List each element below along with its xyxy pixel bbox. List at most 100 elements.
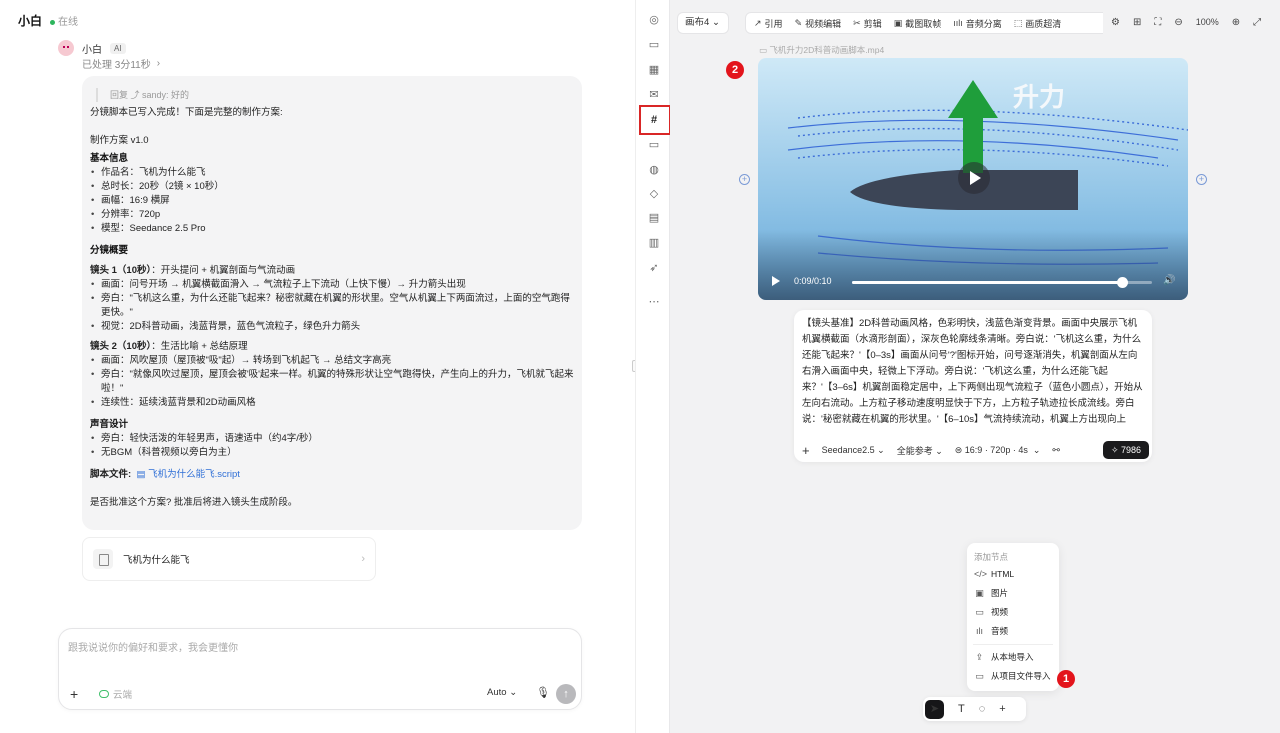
- reference-select[interactable]: 全能参考 ⌄: [897, 444, 943, 457]
- script-file-link[interactable]: 飞机为什么能飞.script: [148, 469, 240, 480]
- script-file-card[interactable]: 飞机为什么能飞 ›: [82, 537, 376, 581]
- model-label: Seedance2.5: [821, 444, 875, 455]
- online-status: 在线: [50, 13, 78, 28]
- script-file-line: 脚本文件: ▤ 飞机为什么能飞.script: [90, 468, 574, 482]
- tool-upscale[interactable]: ⬚ 画质超清: [1014, 17, 1062, 30]
- canvas-select[interactable]: 画布4 ⌄: [677, 12, 729, 34]
- zoom-out-icon[interactable]: ⊖: [1174, 17, 1182, 28]
- folder-icon[interactable]: ▭: [648, 39, 660, 51]
- annotation-marker-1: 1: [1057, 670, 1075, 688]
- node-menu-title: 添加节点: [974, 552, 1009, 562]
- cloud-toggle[interactable]: 云端: [99, 687, 132, 701]
- tool-label: 剪辑: [863, 18, 882, 29]
- model-select[interactable]: Seedance2.5 ⌄: [822, 445, 885, 456]
- tool-quote[interactable]: ↗ 引用: [754, 17, 783, 30]
- tool-label: 视频编辑: [805, 18, 842, 29]
- fit-screen-icon[interactable]: ⛶: [1154, 17, 1161, 28]
- progress-knob[interactable]: [1117, 277, 1128, 288]
- list-item: 画幅：16:9 横屏: [90, 194, 574, 208]
- fingerprint-icon[interactable]: ◍: [648, 164, 660, 176]
- menu-item-image[interactable]: ▣ 图片: [967, 584, 1059, 603]
- send-button[interactable]: ↑: [556, 684, 576, 704]
- sliders-icon[interactable]: ⚙: [1111, 17, 1120, 28]
- menu-item-audio[interactable]: ılı 音频: [967, 622, 1059, 641]
- menu-item-video[interactable]: ▭ 视频: [967, 603, 1059, 622]
- mode-label: Auto: [487, 687, 507, 698]
- plan-version: 制作方案 v1.0: [90, 135, 149, 146]
- add-node-right-button[interactable]: +: [1196, 174, 1207, 185]
- waveform-icon: ıılı: [953, 18, 963, 28]
- list-item: 旁白："就像风吹过屋顶，屋顶会被'吸'起来一样。机翼的特殊形状让空气跑得快，产生…: [90, 368, 574, 396]
- mode-select[interactable]: Auto ⌄: [487, 687, 517, 698]
- comment-tool-icon[interactable]: ◌: [979, 703, 986, 715]
- chat-title: 小白: [18, 14, 43, 28]
- mail-icon[interactable]: ✉: [648, 89, 660, 101]
- menu-item-label: 图片: [991, 588, 1009, 598]
- basic-info-list: 作品名：飞机为什么能飞 总时长：20秒（2镜 × 10秒） 画幅：16:9 横屏…: [90, 166, 574, 236]
- volume-icon[interactable]: 🔊: [1163, 275, 1175, 286]
- cube-icon[interactable]: ◇: [648, 188, 660, 200]
- menu-item-label: 从本地导入: [991, 652, 1034, 662]
- cloud-label: 云端: [113, 690, 133, 701]
- highlight-box: [639, 105, 671, 135]
- play-button[interactable]: [958, 162, 990, 194]
- microphone-icon[interactable]: 🎙: [536, 686, 550, 699]
- generate-button[interactable]: ✧ 7986: [1103, 441, 1149, 459]
- expand-icon[interactable]: ⤢: [1253, 17, 1261, 28]
- menu-item-import-local[interactable]: ⇪ 从本地导入: [967, 648, 1059, 667]
- upscale-icon: ⬚: [1013, 17, 1023, 28]
- tool-cut[interactable]: ✂ 剪辑: [853, 17, 882, 30]
- tool-audio-split[interactable]: ıılı 音频分离: [953, 17, 1002, 30]
- shot2-list: 画面：风吹屋顶（屋顶被"吸"起）→ 转场到飞机起飞 → 总结文字高亮 旁白："就…: [90, 354, 574, 410]
- cursor-tool-icon[interactable]: ➤: [925, 699, 944, 719]
- menu-item-label: 音频: [991, 626, 1009, 636]
- tool-frame-capture[interactable]: ▣ 截图取帧: [894, 17, 942, 30]
- grid-icon[interactable]: ⊞: [1133, 17, 1141, 28]
- calendar-icon[interactable]: ▦: [648, 64, 660, 76]
- tool-video-edit[interactable]: ✎ 视频编辑: [795, 17, 842, 30]
- settings-icon[interactable]: ⚯: [1052, 445, 1060, 456]
- compass-icon[interactable]: ◎: [648, 14, 660, 26]
- video-player[interactable]: 升力 0:09/0:10 🔊: [758, 58, 1188, 300]
- scissors-icon: ✂: [853, 17, 861, 28]
- composer-input[interactable]: 跟我说说你的偏好和要求，我会更懂你: [68, 639, 238, 654]
- online-dot: [50, 20, 56, 25]
- folder-icon: ▭: [975, 671, 984, 681]
- clapper-icon[interactable]: ▤: [648, 212, 660, 224]
- spec-select[interactable]: ⊜ 16:9 · 720p · 4s ⌄: [955, 445, 1041, 456]
- list-item: 分辨率：720p: [90, 208, 574, 222]
- text-tool-icon[interactable]: T: [958, 703, 965, 715]
- progress-fill: [852, 281, 1122, 284]
- video-file-icon: ▭: [759, 45, 768, 55]
- image-icon: ▣: [893, 17, 903, 28]
- plus-icon[interactable]: +: [70, 687, 78, 701]
- script-file-label: 脚本文件:: [90, 469, 132, 480]
- list-item: 连续性：延续浅蓝背景和2D动画风格: [90, 396, 574, 410]
- video-icon: ▭: [975, 607, 984, 617]
- video-progress-bar[interactable]: [852, 277, 1152, 288]
- processed-toggle[interactable]: 已处理 3分11秒 ›: [82, 56, 160, 71]
- tool-label: 截图取帧: [905, 18, 942, 29]
- play-icon[interactable]: [772, 276, 780, 286]
- more-icon[interactable]: ⋯: [648, 296, 660, 308]
- add-node-left-button[interactable]: +: [739, 174, 750, 185]
- list-item: 模型：Seedance 2.5 Pro: [90, 222, 574, 236]
- prompt-text[interactable]: 【镜头基准】2D科普动画风格，色彩明快，浅蓝色渐变背景。画面中央展示飞机机翼横截…: [802, 316, 1144, 434]
- menu-item-html[interactable]: </> HTML: [967, 565, 1059, 584]
- message-composer[interactable]: 跟我说说你的偏好和要求，我会更懂你 + 云端 Auto ⌄ 🎙 ↑: [58, 628, 582, 710]
- spec-label: 16:9 · 720p · 4s: [964, 444, 1028, 455]
- monitor-icon[interactable]: ▭: [648, 139, 660, 151]
- menu-item-import-project[interactable]: ▭ 从项目文件导入: [967, 667, 1059, 686]
- canvas-area[interactable]: 画布4 ⌄ ↗ 引用 ✎ 视频编辑 ✂ 剪辑 ▣ 截图取帧 ıılı 音频分离 ⬚ 画质超清…: [670, 0, 1280, 733]
- zoom-in-icon[interactable]: ⊕: [1232, 17, 1240, 28]
- rocket-icon[interactable]: ➶: [648, 262, 660, 274]
- plus-icon[interactable]: +: [802, 443, 810, 458]
- prompt-options-bar: + Seedance2.5 ⌄ 全能参考 ⌄ ⊜ 16:9 · 720p · 4…: [802, 440, 1146, 460]
- canvas-bottom-toolbar: ➤ T ◌ +: [923, 697, 1026, 721]
- film-icon[interactable]: ▥: [648, 237, 660, 249]
- reference-label: 全能参考: [896, 445, 933, 456]
- pencil-icon: ✎: [794, 17, 803, 28]
- list-item: 总时长：20秒（2镜 × 10秒）: [90, 180, 574, 194]
- add-tool-icon[interactable]: +: [999, 703, 1005, 715]
- chevron-down-icon: ⌄: [509, 687, 518, 698]
